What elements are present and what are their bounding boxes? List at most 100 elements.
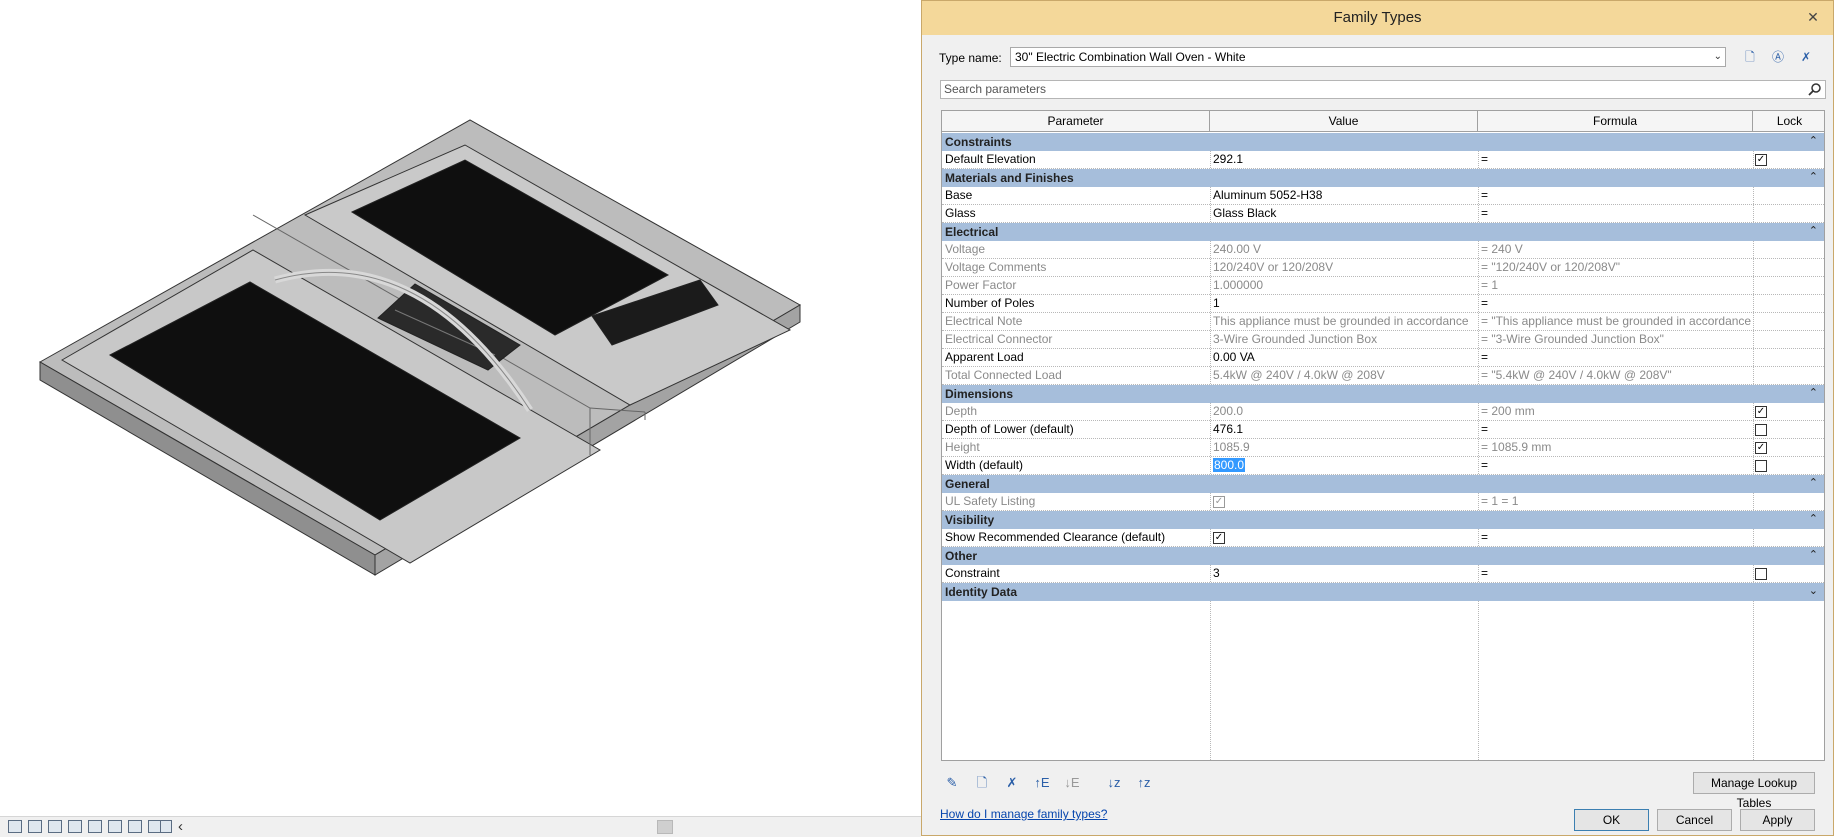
- table-row[interactable]: Voltage 240.00 V = 240 V: [942, 241, 1824, 259]
- lock-checkbox[interactable]: [1755, 424, 1767, 436]
- lock-checkbox[interactable]: [1755, 568, 1767, 580]
- group-header-other[interactable]: Other ⌃: [942, 547, 1824, 565]
- collapse-icon[interactable]: ⌃: [1809, 512, 1818, 525]
- collapse-icon[interactable]: ⌃: [1809, 134, 1818, 147]
- table-row[interactable]: Total Connected Load 5.4kW @ 240V / 4.0kW…: [942, 367, 1824, 385]
- parameter-formula[interactable]: =: [1478, 205, 1753, 222]
- parameter-value[interactable]: 800.0: [1210, 457, 1478, 474]
- parameters-grid[interactable]: Parameter Value Formula Lock Constraints…: [941, 110, 1825, 761]
- group-header-electrical[interactable]: Electrical ⌃: [942, 223, 1824, 241]
- table-row[interactable]: Power Factor 1.000000 = 1: [942, 277, 1824, 295]
- sort-ascending-icon[interactable]: ↓z: [1104, 773, 1124, 793]
- table-row[interactable]: UL Safety Listing ✓ = 1 = 1: [942, 493, 1824, 511]
- table-row[interactable]: Height 1085.9 = 1085.9 mm ✓: [942, 439, 1824, 457]
- parameter-formula[interactable]: =: [1478, 421, 1753, 438]
- new-parameter-icon[interactable]: 🗋: [972, 773, 992, 793]
- column-header-value[interactable]: Value: [1210, 111, 1478, 131]
- parameter-value[interactable]: ✓: [1210, 529, 1478, 546]
- parameter-formula[interactable]: =: [1478, 565, 1753, 582]
- group-header-visibility[interactable]: Visibility ⌃: [942, 511, 1824, 529]
- collapse-icon[interactable]: ⌃: [1809, 170, 1818, 183]
- expand-icon[interactable]: ⌄: [1809, 584, 1818, 597]
- collapse-icon[interactable]: ⌃: [1809, 386, 1818, 399]
- selected-value[interactable]: 800.0: [1213, 458, 1246, 472]
- new-type-icon[interactable]: 🗋: [1740, 47, 1760, 67]
- parameter-formula[interactable]: = "This appliance must be grounded in ac…: [1478, 313, 1753, 330]
- parameter-value[interactable]: 476.1: [1210, 421, 1478, 438]
- apply-button[interactable]: Apply: [1740, 809, 1815, 831]
- table-row[interactable]: Width (default) 800.0 =: [942, 457, 1824, 475]
- detail-level-icon[interactable]: [28, 820, 42, 833]
- parameter-formula[interactable]: = "120/240V or 120/208V": [1478, 259, 1753, 276]
- horizontal-scrollbar-thumb[interactable]: [657, 820, 673, 834]
- parameter-formula[interactable]: =: [1478, 349, 1753, 366]
- parameter-formula[interactable]: =: [1478, 529, 1753, 546]
- edit-parameter-icon[interactable]: ✎: [942, 773, 962, 793]
- parameter-formula[interactable]: = "5.4kW @ 240V / 4.0kW @ 208V": [1478, 367, 1753, 384]
- dialog-titlebar[interactable]: Family Types ✕: [922, 1, 1833, 35]
- move-down-icon[interactable]: ↓E: [1062, 773, 1082, 793]
- table-row[interactable]: Constraint 3 =: [942, 565, 1824, 583]
- parameter-formula[interactable]: = 1 = 1: [1478, 493, 1753, 510]
- close-icon[interactable]: ✕: [1801, 6, 1825, 28]
- column-header-parameter[interactable]: Parameter: [942, 111, 1210, 131]
- cancel-button[interactable]: Cancel: [1657, 809, 1732, 831]
- table-row[interactable]: Default Elevation 292.1 = ✓: [942, 151, 1824, 169]
- temp-hide-icon[interactable]: [160, 820, 172, 833]
- delete-type-icon[interactable]: ✗: [1796, 47, 1816, 67]
- parameter-formula[interactable]: =: [1478, 151, 1753, 168]
- table-row[interactable]: Glass Glass Black =: [942, 205, 1824, 223]
- search-input[interactable]: Search parameters: [940, 80, 1826, 99]
- table-row[interactable]: Electrical Connector 3-Wire Grounded Junc…: [942, 331, 1824, 349]
- parameter-value[interactable]: 0.00 VA: [1210, 349, 1478, 366]
- group-header-identity-data[interactable]: Identity Data ⌄: [942, 583, 1824, 601]
- value-checkbox[interactable]: ✓: [1213, 532, 1225, 544]
- group-header-materials-and-finishes[interactable]: Materials and Finishes ⌃: [942, 169, 1824, 187]
- delete-parameter-icon[interactable]: ✗: [1002, 773, 1022, 793]
- lock-checkbox[interactable]: ✓: [1755, 442, 1767, 454]
- manage-lookup-tables-button[interactable]: Manage Lookup Tables: [1693, 772, 1815, 810]
- parameter-value[interactable]: 3: [1210, 565, 1478, 582]
- group-header-constraints[interactable]: Constraints ⌃: [942, 133, 1824, 151]
- table-row[interactable]: Apparent Load 0.00 VA =: [942, 349, 1824, 367]
- table-row[interactable]: Number of Poles 1 =: [942, 295, 1824, 313]
- parameter-value[interactable]: Aluminum 5052-H38: [1210, 187, 1478, 204]
- parameter-value[interactable]: Glass Black: [1210, 205, 1478, 222]
- render-icon[interactable]: [108, 820, 122, 833]
- collapse-icon[interactable]: ⌃: [1809, 548, 1818, 561]
- column-header-formula[interactable]: Formula: [1478, 111, 1753, 131]
- parameter-formula[interactable]: = "3-Wire Grounded Junction Box": [1478, 331, 1753, 348]
- table-row[interactable]: Show Recommended Clearance (default) ✓ =: [942, 529, 1824, 547]
- type-name-select[interactable]: 30" Electric Combination Wall Oven - Whi…: [1010, 47, 1726, 67]
- parameter-formula[interactable]: = 1085.9 mm: [1478, 439, 1753, 456]
- table-row[interactable]: Depth 200.0 = 200 mm ✓: [942, 403, 1824, 421]
- parameter-formula[interactable]: = 1: [1478, 277, 1753, 294]
- collapse-icon[interactable]: ⌃: [1809, 476, 1818, 489]
- parameter-formula[interactable]: =: [1478, 457, 1753, 474]
- shadows-icon[interactable]: [88, 820, 102, 833]
- parameter-formula[interactable]: =: [1478, 295, 1753, 312]
- search-icon[interactable]: [1808, 82, 1822, 96]
- table-row[interactable]: Depth of Lower (default) 476.1 =: [942, 421, 1824, 439]
- ok-button[interactable]: OK: [1574, 809, 1649, 831]
- lock-checkbox[interactable]: [1755, 460, 1767, 472]
- crop-icon[interactable]: [128, 820, 142, 833]
- table-row[interactable]: Base Aluminum 5052-H38 =: [942, 187, 1824, 205]
- collapse-icon[interactable]: ⌃: [1809, 224, 1818, 237]
- group-header-dimensions[interactable]: Dimensions ⌃: [942, 385, 1824, 403]
- drawing-viewport[interactable]: [0, 0, 921, 816]
- oven-3d-model[interactable]: [0, 0, 921, 816]
- parameter-value[interactable]: 292.1: [1210, 151, 1478, 168]
- parameter-formula[interactable]: = 240 V: [1478, 241, 1753, 258]
- parameter-formula[interactable]: =: [1478, 187, 1753, 204]
- table-row[interactable]: Voltage Comments 120/240V or 120/208V = "1…: [942, 259, 1824, 277]
- lock-checkbox[interactable]: ✓: [1755, 154, 1767, 166]
- move-up-icon[interactable]: ↑E: [1032, 773, 1052, 793]
- group-header-general[interactable]: General ⌃: [942, 475, 1824, 493]
- table-row[interactable]: Electrical Note This appliance must be gr…: [942, 313, 1824, 331]
- lock-checkbox[interactable]: ✓: [1755, 406, 1767, 418]
- parameter-value[interactable]: 1: [1210, 295, 1478, 312]
- parameter-formula[interactable]: = 200 mm: [1478, 403, 1753, 420]
- view-scale-icon[interactable]: [8, 820, 22, 833]
- help-link[interactable]: How do I manage family types?: [940, 807, 1107, 821]
